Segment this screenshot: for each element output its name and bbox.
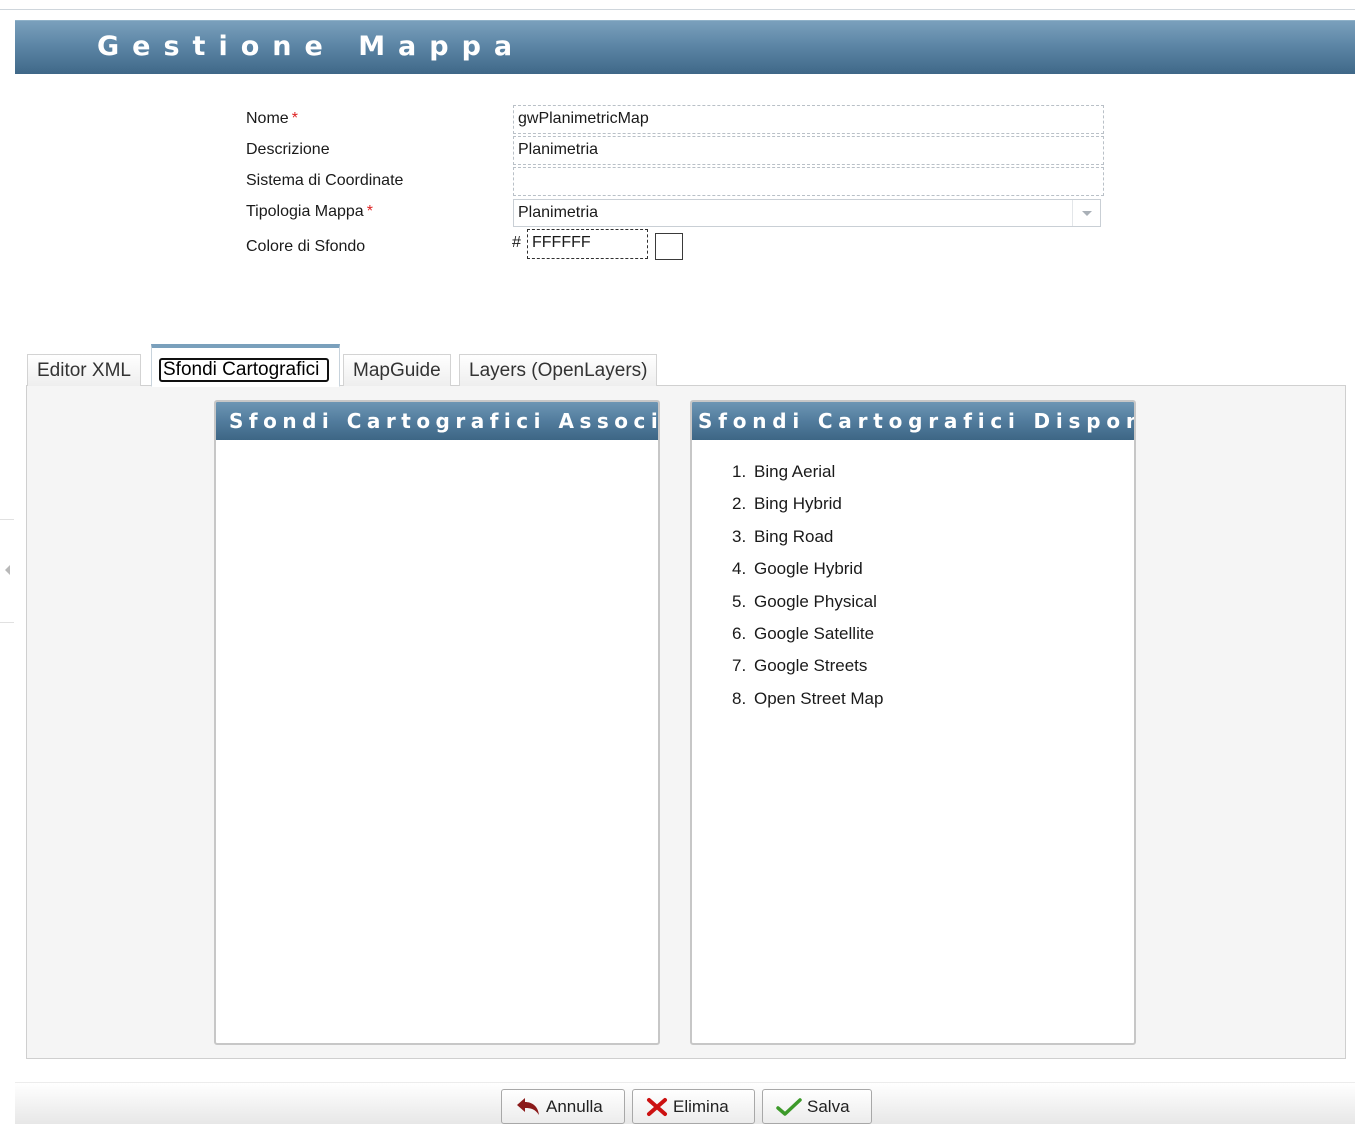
panel-sfondi-associati-title: Sfondi Cartografici Associati bbox=[216, 402, 658, 440]
tipologia-label-text: Tipologia Mappa bbox=[246, 203, 364, 220]
tab-panel: Sfondi Cartografici Associati Sfondi Car… bbox=[26, 385, 1346, 1059]
list-item-number: 3. bbox=[732, 526, 747, 546]
sfondo-disponibile-item[interactable]: 7. Google Streets bbox=[692, 656, 1134, 688]
chevron-left-icon bbox=[5, 565, 10, 575]
undo-icon bbox=[517, 1097, 539, 1115]
sfondo-disponibile-item[interactable]: 4. Google Hybrid bbox=[692, 559, 1134, 591]
tab-mapguide-label: MapGuide bbox=[353, 360, 441, 381]
sistema-input[interactable] bbox=[513, 167, 1104, 196]
nome-label-text: Nome bbox=[246, 110, 289, 127]
tab-editor-xml-label: Editor XML bbox=[37, 360, 131, 381]
sfondi-disponibili-list: 1. Bing Aerial 2. Bing Hybrid 3. Bing Road 4. G… bbox=[692, 440, 1134, 721]
sfondo-disponibile-item[interactable]: 5. Google Physical bbox=[692, 592, 1134, 624]
nome-input-value: gwPlanimetricMap bbox=[518, 110, 649, 127]
required-marker: * bbox=[366, 203, 373, 220]
descrizione-label: Descrizione bbox=[246, 141, 330, 158]
tab-sfondi-cartografici[interactable]: Sfondi Cartografici bbox=[151, 344, 340, 387]
sidebar-collapse-handle[interactable] bbox=[0, 519, 14, 623]
top-divider bbox=[0, 9, 1355, 10]
tipologia-select[interactable]: Planimetria bbox=[513, 199, 1101, 227]
color-swatch[interactable] bbox=[655, 233, 683, 260]
tab-layers-openlayers[interactable]: Layers (OpenLayers) bbox=[459, 354, 658, 386]
salva-button-label: Salva bbox=[807, 1096, 850, 1116]
salva-button[interactable]: Salva bbox=[762, 1089, 872, 1124]
list-item-number: 6. bbox=[732, 623, 747, 643]
elimina-button[interactable]: Elimina bbox=[632, 1089, 755, 1124]
descrizione-input[interactable]: Planimetria bbox=[513, 136, 1104, 165]
tipologia-label: Tipologia Mappa * bbox=[246, 203, 373, 221]
list-item-label: Bing Hybrid bbox=[754, 494, 842, 514]
list-item-label: Google Physical bbox=[754, 591, 877, 611]
list-item-number: 2. bbox=[732, 494, 747, 514]
elimina-button-label: Elimina bbox=[673, 1096, 729, 1116]
tab-layers-openlayers-label: Layers (OpenLayers) bbox=[469, 360, 648, 381]
list-item-label: Bing Road bbox=[754, 526, 834, 546]
check-icon bbox=[776, 1097, 802, 1116]
list-item-label: Google Streets bbox=[754, 656, 868, 676]
tab-sfondi-cartografici-label: Sfondi Cartografici bbox=[159, 358, 329, 382]
page-title: Gestione Mappa bbox=[97, 31, 526, 62]
sfondo-disponibile-item[interactable]: 2. Bing Hybrid bbox=[692, 494, 1134, 526]
chevron-down-icon bbox=[1082, 211, 1092, 216]
list-item-label: Open Street Map bbox=[754, 688, 884, 708]
panel-sfondi-disponibili: Sfondi Cartografici Disponib.. 1. Bing Ae… bbox=[690, 400, 1136, 1045]
annulla-button[interactable]: Annulla bbox=[501, 1089, 625, 1124]
descrizione-input-value: Planimetria bbox=[518, 141, 599, 158]
nome-input[interactable]: gwPlanimetricMap bbox=[513, 105, 1104, 134]
close-icon bbox=[647, 1097, 667, 1116]
colore-input[interactable]: FFFFFF bbox=[527, 229, 648, 259]
colore-label: Colore di Sfondo bbox=[246, 238, 366, 255]
sfondo-disponibile-item[interactable]: 8. Open Street Map bbox=[692, 689, 1134, 721]
annulla-button-label: Annulla bbox=[546, 1096, 603, 1116]
list-item-number: 8. bbox=[732, 688, 747, 708]
sfondo-disponibile-item[interactable]: 1. Bing Aerial bbox=[692, 462, 1134, 494]
color-hash-prefix: # bbox=[512, 234, 521, 251]
list-item-label: Google Satellite bbox=[754, 623, 875, 643]
sfondo-disponibile-item[interactable]: 3. Bing Road bbox=[692, 527, 1134, 559]
list-item-number: 1. bbox=[732, 462, 747, 481]
panel-sfondi-associati: Sfondi Cartografici Associati bbox=[214, 400, 660, 1045]
list-item-number: 5. bbox=[732, 591, 747, 611]
panel-sfondi-disponibili-title: Sfondi Cartografici Disponib.. bbox=[692, 402, 1134, 440]
tipologia-select-value: Planimetria bbox=[518, 204, 599, 221]
list-item-label: Bing Aerial bbox=[754, 462, 836, 481]
nome-label: Nome * bbox=[246, 110, 298, 128]
sfondo-disponibile-item[interactable]: 6. Google Satellite bbox=[692, 624, 1134, 656]
sistema-label: Sistema di Coordinate bbox=[246, 172, 404, 189]
tab-mapguide[interactable]: MapGuide bbox=[343, 354, 451, 386]
list-item-number: 4. bbox=[732, 559, 747, 579]
required-marker: * bbox=[291, 110, 298, 127]
colore-input-value: FFFFFF bbox=[532, 234, 591, 251]
page-header: Gestione Mappa bbox=[15, 20, 1355, 74]
sfondi-associati-list[interactable] bbox=[216, 440, 658, 1040]
tipologia-dropdown-trigger[interactable] bbox=[1072, 200, 1100, 226]
list-item-number: 7. bbox=[732, 656, 747, 676]
tab-editor-xml[interactable]: Editor XML bbox=[27, 354, 141, 386]
list-item-label: Google Hybrid bbox=[754, 559, 863, 579]
